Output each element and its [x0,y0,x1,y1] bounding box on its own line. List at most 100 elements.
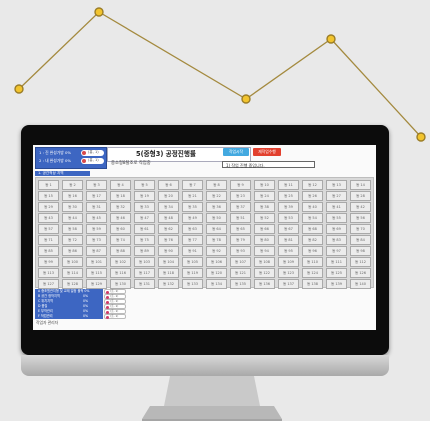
grid-cell[interactable]: 동 104 [158,257,179,267]
grid-cell[interactable]: 동 116 [110,268,131,278]
grid-cell[interactable]: 동 61 [134,224,155,234]
rework-button[interactable]: 재작업수행 [253,148,281,156]
grid-cell[interactable]: 동 95 [278,246,299,256]
grid-cell[interactable]: 동 60 [110,224,131,234]
grid-cell[interactable]: 동 28 [350,191,371,201]
grid-cell[interactable]: 동 83 [326,235,347,245]
grid-cell[interactable]: 동 40 [302,202,323,212]
grid-cell[interactable]: 동 122 [254,268,275,278]
grid-cell[interactable]: 동 37 [230,202,251,212]
summary-badge[interactable]: (흥, 1) [104,314,126,319]
grid-cell[interactable]: 동 138 [302,279,323,289]
grid-cell[interactable]: 동 9 [230,180,251,190]
grid-cell[interactable]: 동 84 [350,235,371,245]
grid-cell[interactable]: 동 34 [158,202,179,212]
grid-cell[interactable]: 동 125 [326,268,347,278]
grid-cell[interactable]: 동 52 [254,213,275,223]
grid-cell[interactable]: 동 74 [110,235,131,245]
grid-cell[interactable]: 동 15 [38,191,59,201]
grid-cell[interactable]: 동 118 [158,268,179,278]
grid-cell[interactable]: 동 46 [110,213,131,223]
grid-cell[interactable]: 동 56 [350,213,371,223]
grid-cell[interactable]: 동 2 [62,180,83,190]
grid-cell[interactable]: 동 23 [230,191,251,201]
grid-cell[interactable]: 동 67 [278,224,299,234]
grid-cell[interactable]: 동 1 [38,180,59,190]
grid-cell[interactable]: 동 93 [230,246,251,256]
grid-cell[interactable]: 동 68 [302,224,323,234]
grid-cell[interactable]: 동 76 [158,235,179,245]
grid-cell[interactable]: 동 25 [278,191,299,201]
grid-cell[interactable]: 동 58 [62,224,83,234]
grid-cell[interactable]: 동 103 [134,257,155,267]
grid-cell[interactable]: 동 79 [230,235,251,245]
grid-cell[interactable]: 동 11 [278,180,299,190]
grid-cell[interactable]: 동 110 [302,257,323,267]
grid-cell[interactable]: 동 121 [230,268,251,278]
grid-cell[interactable]: 동 92 [206,246,227,256]
grid-cell[interactable]: 동 69 [326,224,347,234]
grid-cell[interactable]: 동 127 [38,279,59,289]
grid-cell[interactable]: 동 75 [134,235,155,245]
grid-cell[interactable]: 동 115 [86,268,107,278]
grid-cell[interactable]: 동 133 [182,279,203,289]
grid-cell[interactable]: 동 123 [278,268,299,278]
grid-cell[interactable]: 동 50 [206,213,227,223]
grid-cell[interactable]: 동 132 [158,279,179,289]
grid-cell[interactable]: 동 91 [182,246,203,256]
grid-cell[interactable]: 동 111 [326,257,347,267]
grid-cell[interactable]: 동 113 [38,268,59,278]
grid-cell[interactable]: 동 35 [182,202,203,212]
grid-cell[interactable]: 동 128 [62,279,83,289]
grid-cell[interactable]: 동 54 [302,213,323,223]
grid-cell[interactable]: 동 88 [110,246,131,256]
grid-cell[interactable]: 동 129 [86,279,107,289]
summary-badge[interactable]: (흥, 1) [104,289,126,294]
grid-cell[interactable]: 동 94 [254,246,275,256]
grid-cell[interactable]: 동 87 [86,246,107,256]
grid-cell[interactable]: 동 126 [350,268,371,278]
grid-cell[interactable]: 동 140 [350,279,371,289]
grid-cell[interactable]: 동 131 [134,279,155,289]
grid-cell[interactable]: 동 97 [326,246,347,256]
grid-cell[interactable]: 동 89 [134,246,155,256]
grid-cell[interactable]: 동 62 [158,224,179,234]
grid-cell[interactable]: 동 109 [278,257,299,267]
grid-cell[interactable]: 동 18 [110,191,131,201]
grid-cell[interactable]: 동 77 [182,235,203,245]
grid-cell[interactable]: 동 105 [182,257,203,267]
grid-cell[interactable]: 동 96 [302,246,323,256]
grid-cell[interactable]: 동 19 [134,191,155,201]
status-badge-2[interactable]: (흥, 1) [81,158,104,164]
grid-cell[interactable]: 동 6 [158,180,179,190]
grid-cell[interactable]: 동 124 [302,268,323,278]
status-badge-1[interactable]: (흥, 1) [81,150,104,156]
grid-cell[interactable]: 동 7 [182,180,203,190]
grid-cell[interactable]: 동 71 [38,235,59,245]
grid-cell[interactable]: 동 86 [62,246,83,256]
grid-cell[interactable]: 동 48 [158,213,179,223]
grid-cell[interactable]: 동 108 [254,257,275,267]
grid-cell[interactable]: 동 29 [38,202,59,212]
grid-cell[interactable]: 동 63 [182,224,203,234]
grid-cell[interactable]: 동 64 [206,224,227,234]
grid-cell[interactable]: 동 24 [254,191,275,201]
grid-cell[interactable]: 동 38 [254,202,275,212]
grid-cell[interactable]: 동 82 [302,235,323,245]
grid-cell[interactable]: 동 43 [38,213,59,223]
grid-cell[interactable]: 동 72 [62,235,83,245]
grid-cell[interactable]: 동 17 [86,191,107,201]
grid-cell[interactable]: 동 16 [62,191,83,201]
grid-cell[interactable]: 동 106 [206,257,227,267]
grid-cell[interactable]: 동 90 [158,246,179,256]
grid-cell[interactable]: 동 136 [254,279,275,289]
grid-cell[interactable]: 동 73 [86,235,107,245]
grid-cell[interactable]: 동 66 [254,224,275,234]
grid-cell[interactable]: 동 100 [62,257,83,267]
grid-cell[interactable]: 동 22 [206,191,227,201]
grid-cell[interactable]: 동 3 [86,180,107,190]
grid-cell[interactable]: 동 45 [86,213,107,223]
grid-cell[interactable]: 동 81 [278,235,299,245]
grid-cell[interactable]: 동 107 [230,257,251,267]
grid-cell[interactable]: 동 101 [86,257,107,267]
